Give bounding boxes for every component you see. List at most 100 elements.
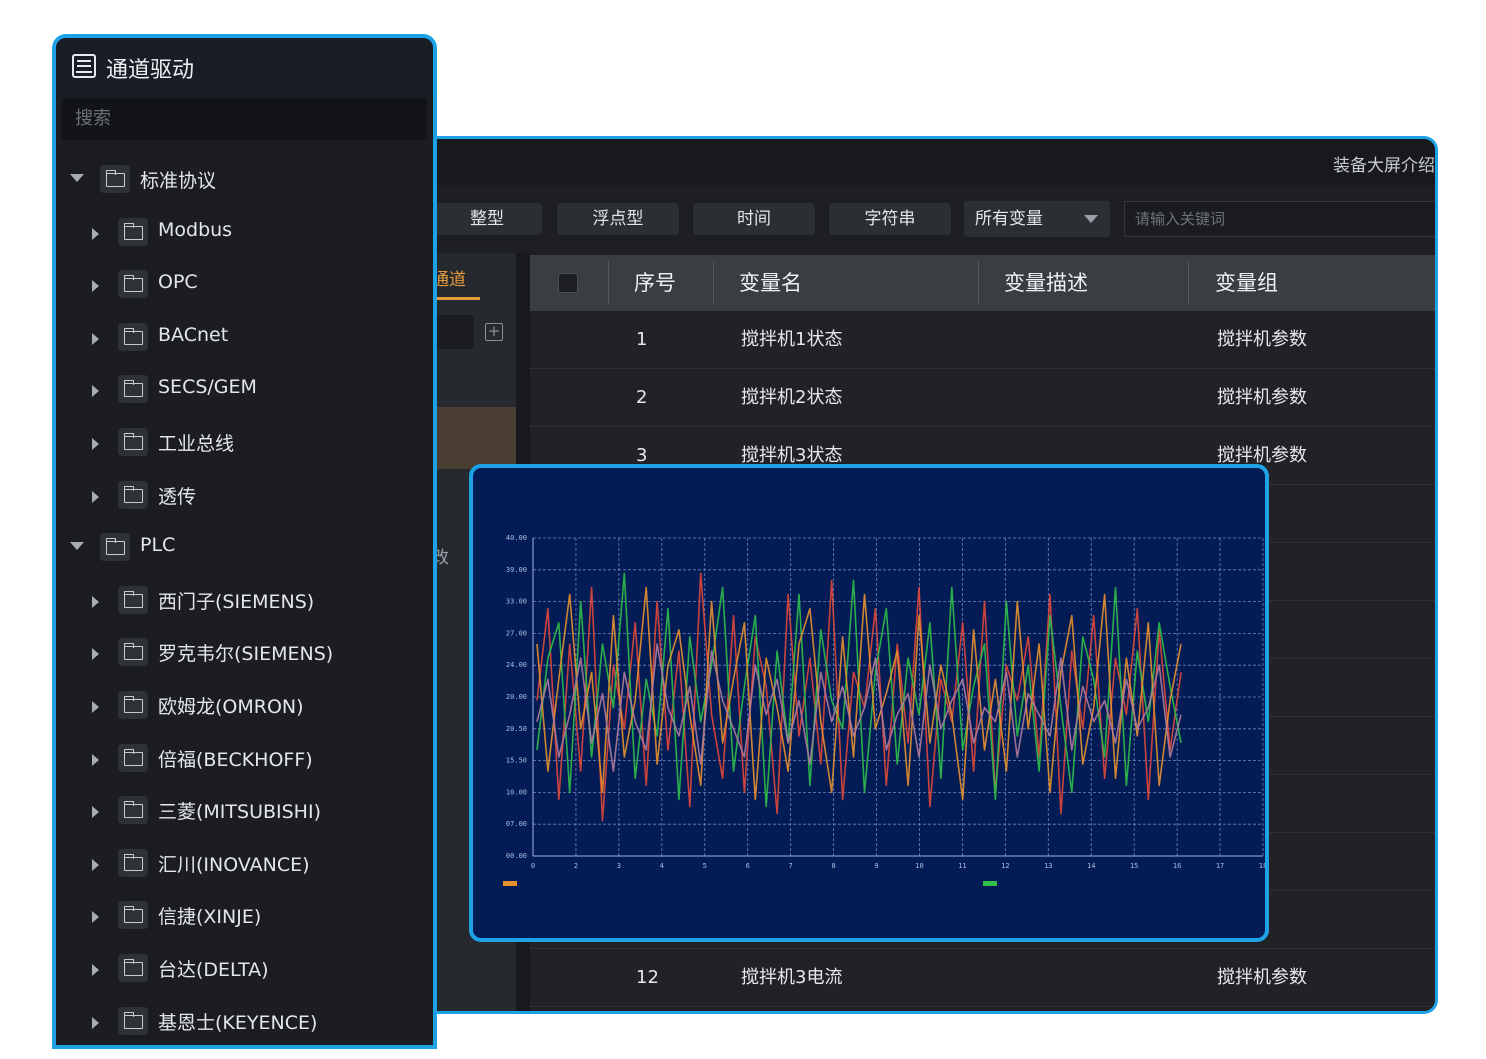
- table-row[interactable]: 12 搅拌机3电流 搅拌机参数: [530, 949, 1435, 1007]
- tree-item[interactable]: 三菱(MITSUBISHI): [56, 791, 433, 831]
- tree-item[interactable]: 台达(DELTA): [56, 949, 433, 989]
- x-tick-label: 13: [1044, 862, 1052, 870]
- caret-right-icon[interactable]: [92, 332, 99, 345]
- search-input[interactable]: 搜索: [62, 98, 427, 140]
- tree-item[interactable]: 汇川(INOVANCE): [56, 844, 433, 884]
- caret-right-icon[interactable]: [92, 490, 99, 503]
- channel-search-input[interactable]: [432, 315, 474, 349]
- x-tick-label: 8: [831, 862, 835, 870]
- tree-item-label: 信捷(XINJE): [158, 906, 262, 929]
- x-tick-label: 14: [1087, 862, 1095, 870]
- tree-item[interactable]: Modbus: [56, 213, 433, 253]
- cell-variable-name: 搅拌机3电流: [741, 967, 843, 988]
- selected-channel-item[interactable]: [432, 407, 516, 469]
- x-tick-label: 6: [746, 862, 750, 870]
- column-header-desc[interactable]: 变量描述: [1004, 255, 1088, 311]
- tree-item-label: 汇川(INOVANCE): [158, 853, 310, 876]
- x-tick-label: 11: [958, 862, 966, 870]
- tree-item[interactable]: 罗克韦尔(SIEMENS): [56, 633, 433, 673]
- x-tick-label: 5: [703, 862, 707, 870]
- cell-variable-group: 搅拌机参数: [1217, 967, 1307, 988]
- tab-channel[interactable]: 通道: [432, 265, 466, 290]
- tree-item[interactable]: 信捷(XINJE): [56, 896, 433, 936]
- y-tick-label: 00.00: [506, 852, 527, 860]
- channel-driver-panel: 通道驱动 搜索 标准协议 Modbus OPC BACnet SECS/GEM 工业总线透…: [52, 34, 437, 1049]
- folder-icon: [118, 270, 148, 299]
- column-divider: [978, 261, 979, 305]
- x-tick-label: 9: [874, 862, 878, 870]
- caret-right-icon[interactable]: [92, 701, 99, 713]
- tree-item[interactable]: 透传: [56, 476, 433, 516]
- caret-right-icon[interactable]: [92, 806, 99, 819]
- column-header-group[interactable]: 变量组: [1215, 255, 1278, 311]
- tree-item-label: 三菱(MITSUBISHI): [158, 801, 321, 824]
- tree-item[interactable]: 工业总线: [56, 423, 433, 463]
- filter-float-button[interactable]: 浮点型: [557, 203, 679, 235]
- column-header-name[interactable]: 变量名: [739, 255, 802, 311]
- cell-no: 2: [636, 387, 648, 408]
- y-tick-label: 15.50: [506, 757, 527, 765]
- caret-right-icon[interactable]: [92, 595, 99, 608]
- caret-right-icon[interactable]: [92, 438, 99, 450]
- folder-icon: [118, 743, 148, 772]
- caret-right-icon[interactable]: [92, 648, 99, 661]
- cell-variable-name: 搅拌机2状态: [741, 387, 843, 408]
- y-tick-label: 40.00: [506, 534, 527, 542]
- x-tick-label: 18: [1259, 862, 1265, 870]
- y-tick-label: 07.00: [506, 820, 527, 828]
- caret-down-icon[interactable]: [70, 542, 84, 551]
- filter-bar: 整型 浮点型 时间 字符串 所有变量 请输入关键词: [432, 185, 1435, 249]
- x-tick-label: 15: [1130, 862, 1138, 870]
- caret-right-icon[interactable]: [92, 753, 99, 766]
- variable-type-select[interactable]: 所有变量: [964, 201, 1110, 237]
- hard-drive-icon: [72, 54, 96, 78]
- tree-item[interactable]: 倍福(BECKHOFF): [56, 739, 433, 779]
- folder-icon: [118, 954, 148, 982]
- y-tick-label: 20.50: [506, 725, 527, 733]
- column-header-no[interactable]: 序号: [634, 255, 676, 311]
- add-icon[interactable]: +: [485, 323, 503, 341]
- tree-item[interactable]: 西门子(SIEMENS): [56, 581, 433, 621]
- tree-item[interactable]: 欧姆龙(OMRON): [56, 686, 433, 726]
- x-tick-label: 12: [1001, 862, 1009, 870]
- x-tick-label: 7: [789, 862, 793, 870]
- caret-down-icon[interactable]: [70, 174, 84, 182]
- filter-int-button[interactable]: 整型: [432, 203, 542, 235]
- table-row[interactable]: 2 搅拌机2状态 搅拌机参数: [530, 369, 1435, 427]
- filter-string-button[interactable]: 字符串: [829, 203, 951, 235]
- window-title: 装备大屏介绍: [1333, 156, 1435, 176]
- line-chart: 00.00 07.00 10.00 15.50 20.50 20.00 24.00 27.00…: [503, 534, 1265, 886]
- tree-item[interactable]: SECS/GEM: [56, 370, 433, 410]
- x-tick-label: 2: [574, 862, 578, 870]
- folder-icon: [100, 533, 130, 562]
- panel-title: 通道驱动: [106, 58, 195, 83]
- select-all-checkbox[interactable]: [558, 273, 578, 293]
- caret-right-icon[interactable]: [92, 858, 99, 871]
- tree-item[interactable]: 标准协议: [56, 160, 433, 200]
- tree-item[interactable]: BACnet: [56, 318, 433, 358]
- folder-icon: [118, 322, 148, 351]
- caret-right-icon[interactable]: [92, 964, 99, 976]
- cell-variable-group: 搅拌机参数: [1217, 329, 1307, 350]
- caret-right-icon[interactable]: [92, 227, 99, 240]
- caret-right-icon[interactable]: [92, 911, 99, 924]
- x-tick-label: 4: [660, 862, 664, 870]
- tree-item-label: OPC: [158, 271, 198, 294]
- active-tab-indicator: [432, 297, 480, 300]
- keyword-search-input[interactable]: 请输入关键词: [1124, 201, 1435, 237]
- x-tick-label: 16: [1173, 862, 1181, 870]
- caret-right-icon[interactable]: [92, 280, 99, 293]
- filter-time-button[interactable]: 时间: [693, 203, 815, 235]
- tree-item-label: SECS/GEM: [158, 376, 257, 399]
- tree-item[interactable]: 基恩士(KEYENCE): [56, 1002, 433, 1042]
- folder-icon: [118, 585, 148, 614]
- caret-right-icon[interactable]: [92, 385, 99, 398]
- caret-right-icon[interactable]: [92, 1016, 99, 1029]
- tree-item[interactable]: PLC: [56, 528, 433, 568]
- y-tick-label: 20.00: [506, 693, 527, 701]
- cell-no: 1: [636, 329, 648, 350]
- table-row[interactable]: 1 搅拌机1状态 搅拌机参数: [530, 311, 1435, 369]
- tree-item-label: 标准协议: [140, 170, 217, 192]
- tree-item[interactable]: OPC: [56, 265, 433, 305]
- folder-icon: [118, 796, 148, 825]
